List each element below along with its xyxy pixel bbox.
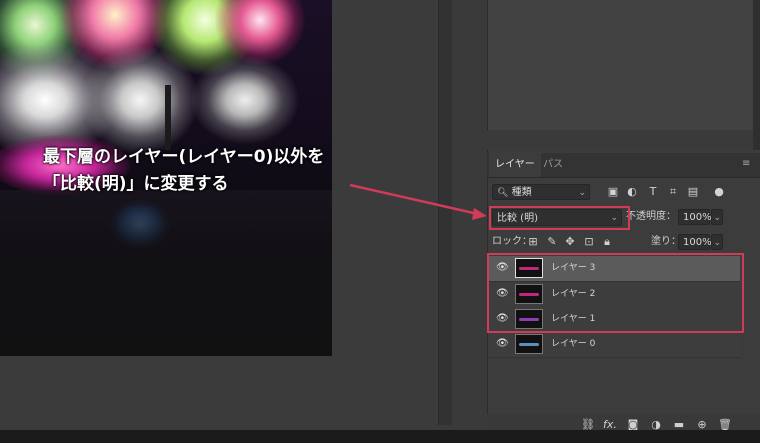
filter-smart-object-icon[interactable]: ▤ (686, 185, 700, 199)
lock-transparent-icon[interactable]: ⊞ (526, 235, 540, 249)
eye-icon[interactable]: 👁︎ (496, 338, 509, 350)
annotation-highlight-blend (489, 206, 630, 230)
lock-artboard-icon[interactable]: ⊡ (582, 235, 596, 249)
lock-brush-icon[interactable]: ✎ (545, 235, 559, 249)
chevron-down-icon: ⌄ (713, 238, 721, 248)
filter-pixel-icon[interactable]: ▣ (606, 185, 620, 199)
annotation-highlight-layers (487, 253, 744, 333)
fill-dropdown[interactable]: ⌄ (711, 234, 723, 250)
panel-menu-icon[interactable]: ≡ (742, 159, 752, 169)
opacity-dropdown[interactable]: ⌄ (711, 209, 723, 225)
fill-value: 100% (683, 237, 712, 248)
filter-type-icon[interactable]: T (646, 185, 660, 199)
tab-layers[interactable]: レイヤー (489, 153, 541, 177)
layer-filter-select[interactable]: 🔍︎ 種類 ⌄ (492, 184, 590, 200)
search-icon: 🔍︎ (497, 188, 509, 198)
panel-gutter (452, 0, 487, 425)
upper-panel (487, 0, 754, 130)
filter-shape-icon[interactable]: ⌗ (666, 185, 680, 199)
fill-input[interactable]: 100% (678, 234, 712, 250)
layer-name: レイヤー 0 (551, 339, 596, 349)
layer-row-0[interactable]: 👁︎ レイヤー 0 (488, 332, 740, 358)
layer-filter-label: 種類 (511, 187, 532, 198)
opacity-input[interactable]: 100% (678, 209, 712, 225)
chevron-down-icon: ⌄ (713, 213, 721, 223)
lock-all-icon[interactable]: 🔒︎ (600, 235, 614, 249)
chevron-down-icon: ⌄ (578, 188, 586, 198)
opacity-value: 100% (683, 212, 712, 223)
layers-panel-tabs: レイヤー パス ≡ (487, 153, 760, 178)
filter-toggle-icon[interactable]: ● (712, 185, 726, 199)
filter-adjustment-icon[interactable]: ◐ (625, 185, 639, 199)
annotation-line1: 最下層のレイヤー(レイヤー0)以外を (43, 147, 325, 167)
taskbar (0, 430, 760, 443)
canvas-vertical-scrollbar[interactable] (438, 0, 453, 425)
upper-panel-scrollbar[interactable] (753, 0, 760, 150)
layer-thumbnail (515, 334, 543, 354)
fill-label: 塗り： (651, 236, 681, 247)
lock-position-icon[interactable]: ✥ (563, 235, 577, 249)
opacity-label: 不透明度： (626, 211, 676, 222)
annotation-line2: 「比較(明)」に変更する (43, 174, 229, 194)
tab-paths[interactable]: パス (537, 153, 569, 177)
